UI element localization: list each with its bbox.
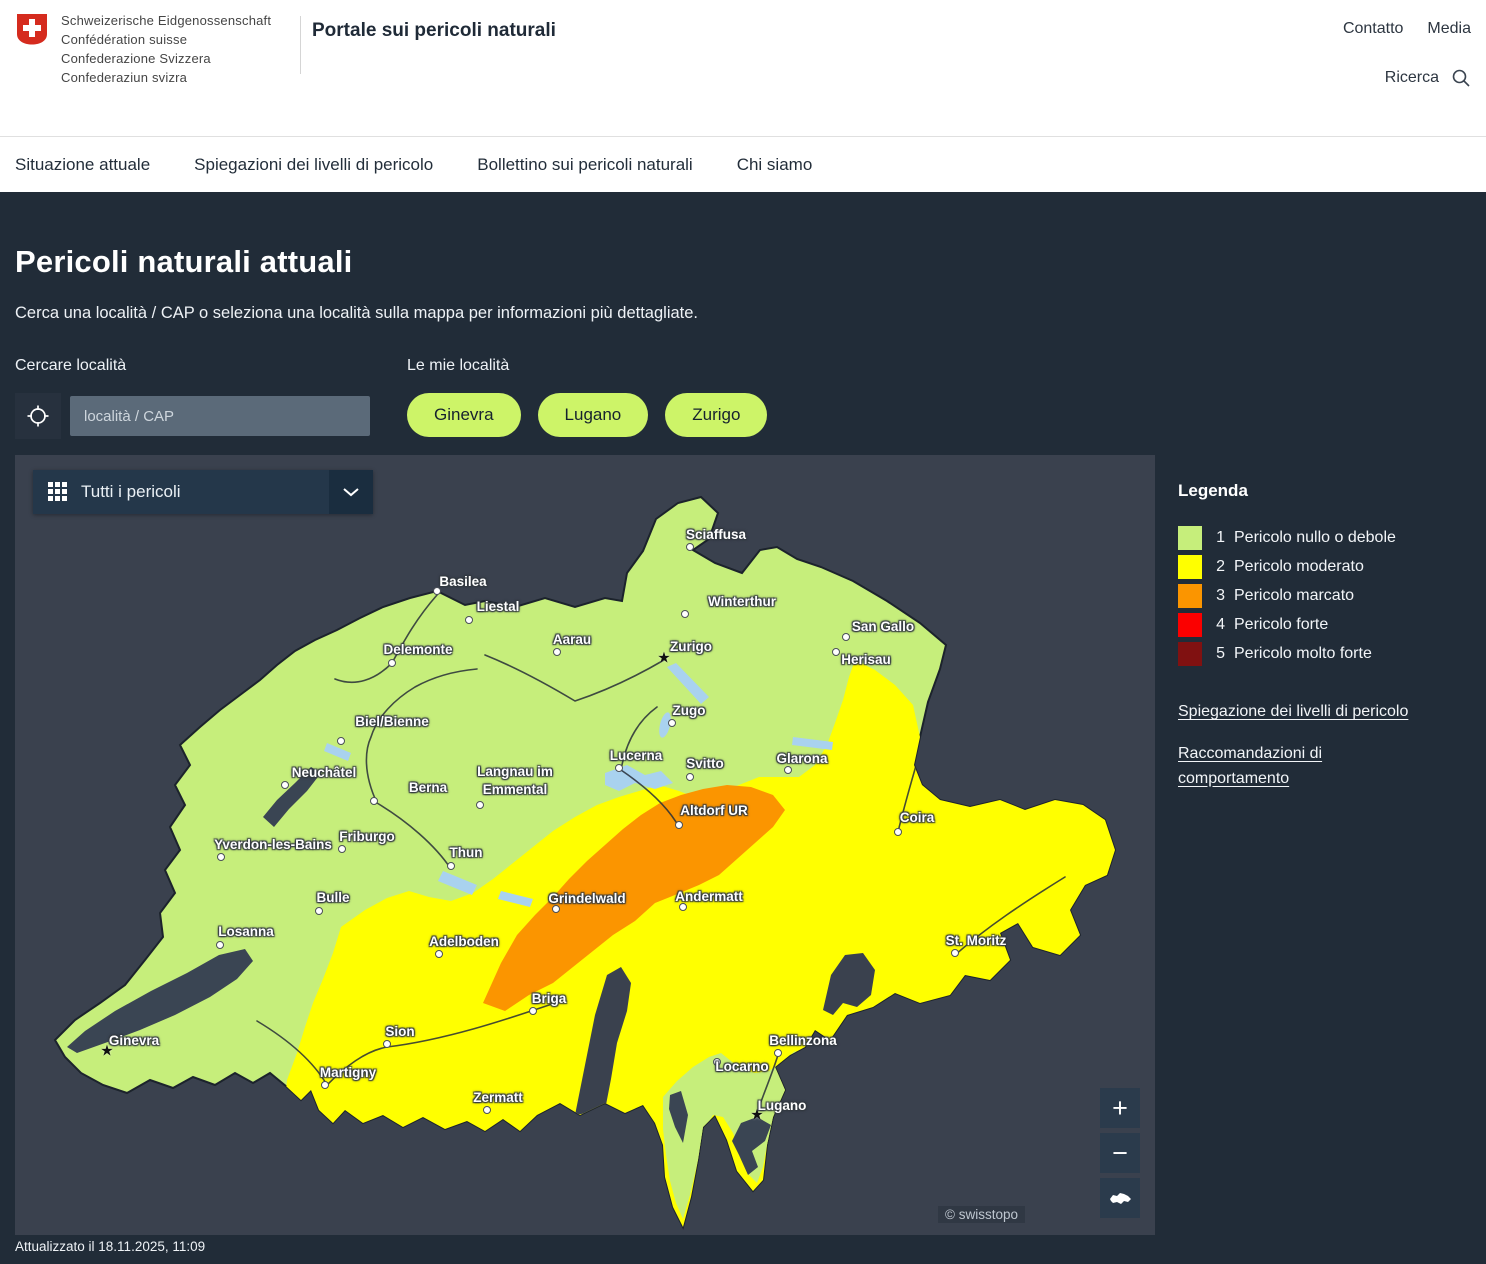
geolocate-button[interactable] bbox=[15, 393, 61, 439]
map-attribution[interactable]: © swisstopo bbox=[938, 1206, 1025, 1223]
legend-swatch bbox=[1178, 555, 1202, 579]
legend-label: Pericolo marcato bbox=[1234, 587, 1354, 605]
zoom-out-icon: − bbox=[1112, 1138, 1128, 1169]
nav-item-spiegazioni[interactable]: Spiegazioni dei livelli di pericolo bbox=[194, 155, 433, 175]
legend-label: Pericolo moderato bbox=[1234, 558, 1364, 576]
nav-item-chi-siamo[interactable]: Chi siamo bbox=[737, 155, 813, 175]
zoom-in-button[interactable]: + bbox=[1100, 1088, 1140, 1128]
hazard-layer-selector[interactable]: Tutti i pericoli bbox=[33, 470, 373, 514]
chevron-down-icon[interactable] bbox=[329, 470, 373, 514]
legend-level: 4 bbox=[1209, 616, 1225, 634]
header-search-label: Ricerca bbox=[1385, 69, 1439, 87]
page-title: Pericoli naturali attuali bbox=[15, 244, 352, 280]
legend-level: 3 bbox=[1209, 587, 1225, 605]
last-updated: Attualizzato il 18.11.2025, 11:09 bbox=[15, 1239, 205, 1254]
contact-link[interactable]: Contatto bbox=[1343, 20, 1403, 38]
legend-level: 2 bbox=[1209, 558, 1225, 576]
hazard-map[interactable]: SciaffusaBasileaLiestalDelemonteAarauWin… bbox=[15, 455, 1155, 1235]
legend-swatch bbox=[1178, 526, 1202, 550]
legend-level: 1 bbox=[1209, 529, 1225, 547]
legend-swatch bbox=[1178, 584, 1202, 608]
home-extent-button[interactable] bbox=[1100, 1178, 1140, 1218]
switzerland-silhouette-icon bbox=[1107, 1189, 1133, 1207]
grid-icon bbox=[48, 482, 68, 502]
search-icon bbox=[1451, 68, 1471, 88]
legend-label: Pericolo nullo o debole bbox=[1234, 529, 1396, 547]
legend-items: 1 Pericolo nullo o debole 2 Pericolo modera… bbox=[1178, 526, 1438, 666]
legend-title: Legenda bbox=[1178, 481, 1438, 501]
legend-swatch bbox=[1178, 642, 1202, 666]
legend-item: 2 Pericolo moderato bbox=[1178, 555, 1438, 579]
link-hazard-levels-explanation[interactable]: Spiegazione dei livelli di pericolo bbox=[1178, 700, 1428, 725]
switzerland-hazard-layers bbox=[15, 455, 1155, 1235]
legend-panel: Legenda 1 Pericolo nullo o debole 2 Pericol… bbox=[1178, 481, 1438, 791]
header-divider bbox=[300, 16, 301, 74]
main-nav: Situazione attuale Spiegazioni dei livel… bbox=[0, 136, 1486, 192]
nav-item-bollettino[interactable]: Bollettino sui pericoli naturali bbox=[477, 155, 692, 175]
legend-label: Pericolo forte bbox=[1234, 616, 1328, 634]
my-location-lugano[interactable]: Lugano bbox=[538, 393, 649, 437]
page-subtitle: Cerca una località / CAP o seleziona una… bbox=[15, 304, 698, 323]
federal-logo-text: Schweizerische Eidgenossenschaft Confédé… bbox=[61, 12, 271, 87]
link-behaviour-recommendations[interactable]: Raccomandazioni di comportamento bbox=[1178, 742, 1428, 792]
header-search-button[interactable]: Ricerca bbox=[1385, 68, 1471, 88]
media-link[interactable]: Media bbox=[1427, 20, 1471, 38]
main-content: Pericoli naturali attuali Cerca una loca… bbox=[0, 192, 1486, 1264]
legend-item: 5 Pericolo molto forte bbox=[1178, 642, 1438, 666]
my-locations: Ginevra Lugano Zurigo bbox=[407, 393, 767, 437]
legend-item: 4 Pericolo forte bbox=[1178, 613, 1438, 637]
header: Schweizerische Eidgenossenschaft Confédé… bbox=[0, 0, 1486, 136]
federal-logo[interactable]: Schweizerische Eidgenossenschaft Confédé… bbox=[15, 12, 271, 87]
swiss-flag-icon bbox=[15, 12, 49, 46]
my-locations-label: Le mie località bbox=[407, 357, 509, 375]
my-location-ginevra[interactable]: Ginevra bbox=[407, 393, 521, 437]
hazard-layer-label: Tutti i pericoli bbox=[81, 482, 329, 502]
my-location-zurigo[interactable]: Zurigo bbox=[665, 393, 767, 437]
search-locality-label: Cercare località bbox=[15, 357, 126, 375]
nav-item-situazione-attuale[interactable]: Situazione attuale bbox=[15, 155, 150, 175]
legend-label: Pericolo molto forte bbox=[1234, 645, 1372, 663]
page: Schweizerische Eidgenossenschaft Confédé… bbox=[0, 0, 1486, 1264]
zoom-in-icon: + bbox=[1112, 1093, 1128, 1124]
locate-icon bbox=[26, 404, 50, 428]
legend-item: 1 Pericolo nullo o debole bbox=[1178, 526, 1438, 550]
legend-item: 3 Pericolo marcato bbox=[1178, 584, 1438, 608]
legend-level: 5 bbox=[1209, 645, 1225, 663]
locality-search-input[interactable] bbox=[70, 396, 370, 436]
zoom-out-button[interactable]: − bbox=[1100, 1133, 1140, 1173]
site-title: Portale sui pericoli naturali bbox=[312, 20, 556, 42]
legend-swatch bbox=[1178, 613, 1202, 637]
